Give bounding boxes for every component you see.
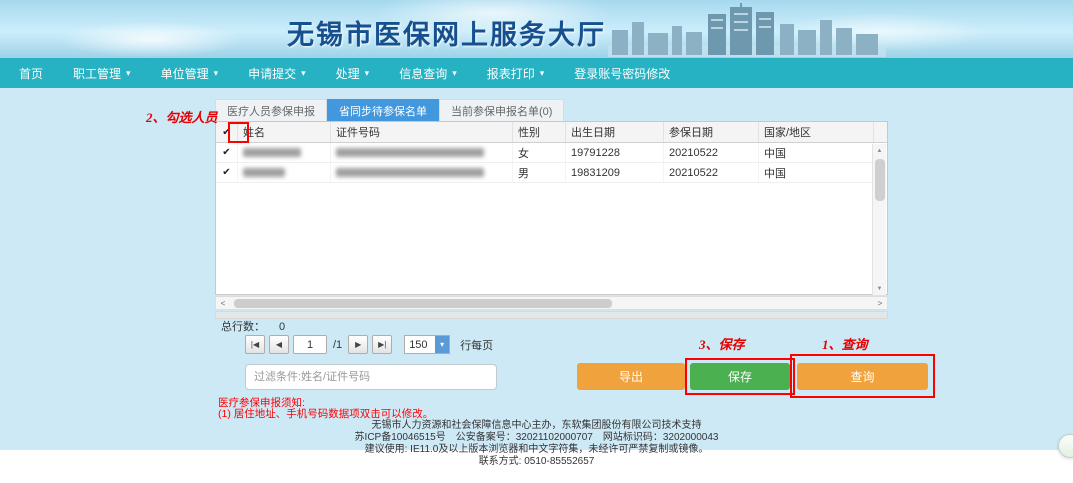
chevron-down-icon: ▾: [540, 69, 545, 78]
annotation-step2-select: 2、勾选人员: [146, 107, 218, 126]
grid-footer-bar: [215, 311, 888, 319]
cell-gender: 女: [513, 143, 566, 162]
redacted-id-number: [336, 168, 484, 177]
cell-birth-date: 19791228: [566, 143, 664, 162]
col-id-number: 证件号码: [331, 122, 513, 142]
banner: 无锡市医保网上服务大厅: [0, 0, 1073, 58]
select-all-checkbox[interactable]: ✔: [216, 122, 238, 142]
main-nav: 首页 职工管理 ▾ 单位管理 ▾ 申请提交 ▾ 处理 ▾ 信息查询 ▾ 报表打印…: [0, 58, 1073, 88]
site-title: 无锡市医保网上服务大厅: [287, 13, 606, 52]
nav-label: 职工管理: [73, 65, 121, 82]
chevron-down-icon: ▾: [435, 336, 449, 353]
horizontal-scroll-thumb[interactable]: [234, 299, 612, 308]
redacted-name: [243, 148, 301, 157]
prev-page-button[interactable]: ◀: [269, 335, 289, 354]
table-row[interactable]: ✔ 女 19791228 20210522 中国: [216, 143, 887, 163]
table-header-row: ✔ 姓名 证件号码 性别 出生日期 参保日期 国家/地区: [216, 122, 887, 143]
page-footer: 无锡市人力资源和社会保障信息中心主办，东软集团股份有限公司技术支持 苏ICP备1…: [0, 420, 1073, 468]
nav-label: 信息查询: [399, 65, 447, 82]
nav-unit-management[interactable]: 单位管理 ▾: [146, 58, 234, 88]
cell-gender: 男: [513, 163, 566, 182]
page-number-input[interactable]: [293, 335, 327, 354]
redacted-name: [243, 168, 285, 177]
nav-account-password-change[interactable]: 登录账号密码修改: [559, 58, 685, 88]
vertical-scroll-thumb[interactable]: [875, 159, 885, 201]
scroll-down-icon[interactable]: ▼: [873, 282, 886, 295]
nav-info-query[interactable]: 信息查询 ▾: [384, 58, 472, 88]
page-size-value: 150: [405, 339, 435, 351]
first-page-button[interactable]: |◀: [245, 335, 265, 354]
nav-label: 首页: [19, 65, 43, 82]
cell-enroll-date: 20210522: [664, 163, 759, 182]
tab-bar: 医疗人员参保申报 省同步待参保名单 当前参保申报名单(0): [215, 99, 564, 121]
insured-persons-table: ✔ 姓名 证件号码 性别 出生日期 参保日期 国家/地区 ✔ 女 1979122…: [215, 121, 888, 295]
row-checkbox[interactable]: ✔: [216, 163, 238, 182]
table-horizontal-scrollbar[interactable]: < >: [215, 296, 888, 310]
footer-line-contact: 联系方式: 0510-85552657: [0, 456, 1073, 468]
notice-item: (1) 居住地址、手机号码数据项双击可以修改。: [218, 409, 433, 420]
tab-province-sync-pending[interactable]: 省同步待参保名单: [327, 99, 439, 121]
tab-current-declare-list[interactable]: 当前参保申报名单(0): [439, 99, 564, 121]
chevron-down-icon: ▾: [126, 69, 131, 78]
col-country: 国家/地区: [759, 122, 874, 142]
city-skyline-image: [608, 3, 886, 57]
footer-line-browser: 建议使用: IE11.0及以上版本浏览器和中文字符集，未经许可严禁复制或镜像。: [0, 444, 1073, 456]
nav-label: 申请提交: [248, 65, 296, 82]
chevron-down-icon: ▾: [301, 69, 306, 78]
total-rows-label: 总行数：: [221, 321, 265, 333]
scroll-up-icon[interactable]: ▲: [873, 144, 886, 157]
export-button[interactable]: 导出: [577, 363, 685, 390]
save-button[interactable]: 保存: [690, 363, 790, 390]
annotation-step3-save: 3、保存: [699, 334, 745, 353]
chevron-down-icon: ▾: [365, 69, 370, 78]
table-vertical-scrollbar[interactable]: ▲ ▼: [872, 144, 886, 295]
nav-label: 报表打印: [487, 65, 535, 82]
table-row[interactable]: ✔ 男 19831209 20210522 中国: [216, 163, 887, 183]
nav-home[interactable]: 首页: [4, 58, 58, 88]
nav-label: 处理: [336, 65, 360, 82]
nav-application-submit[interactable]: 申请提交 ▾: [233, 58, 321, 88]
col-enroll-date: 参保日期: [664, 122, 759, 142]
declaration-notice: 医疗参保申报须知: (1) 居住地址、手机号码数据项双击可以修改。: [218, 398, 433, 420]
page-size-select[interactable]: 150 ▾: [404, 335, 450, 354]
redacted-id-number: [336, 148, 484, 157]
nav-report-print[interactable]: 报表打印 ▾: [472, 58, 560, 88]
cell-country: 中国: [759, 143, 874, 162]
col-birth-date: 出生日期: [566, 122, 664, 142]
nav-employee-management[interactable]: 职工管理 ▾: [58, 58, 146, 88]
chevron-down-icon: ▾: [214, 69, 219, 78]
col-gender: 性别: [513, 122, 566, 142]
page-total-label: /1: [333, 339, 342, 351]
row-checkbox[interactable]: ✔: [216, 143, 238, 162]
chevron-down-icon: ▾: [452, 69, 457, 78]
table-body: ✔ 女 19791228 20210522 中国 ✔ 男 19831209 20…: [216, 143, 887, 294]
scroll-left-icon[interactable]: <: [216, 297, 230, 309]
next-page-button[interactable]: ▶: [348, 335, 368, 354]
query-button[interactable]: 查询: [797, 363, 928, 390]
app-window: 无锡市医保网上服务大厅: [0, 0, 1073, 483]
nav-label: 单位管理: [161, 65, 209, 82]
footer-line-host: 无锡市人力资源和社会保障信息中心主办，东软集团股份有限公司技术支持: [0, 420, 1073, 432]
last-page-button[interactable]: ▶|: [372, 335, 392, 354]
filter-input[interactable]: [245, 364, 497, 390]
total-rows: 总行数： 0: [221, 318, 285, 334]
annotation-step1-query: 1、查询: [822, 334, 868, 353]
cell-enroll-date: 20210522: [664, 143, 759, 162]
cell-birth-date: 19831209: [566, 163, 664, 182]
tab-medical-personnel-declare[interactable]: 医疗人员参保申报: [215, 99, 327, 121]
nav-processing[interactable]: 处理 ▾: [321, 58, 385, 88]
per-page-label: 行每页: [460, 337, 493, 353]
cell-country: 中国: [759, 163, 874, 182]
pagination: |◀ ◀ /1 ▶ ▶| 150 ▾ 行每页: [245, 335, 493, 354]
horizontal-scroll-track[interactable]: [230, 297, 873, 309]
col-name: 姓名: [238, 122, 331, 142]
nav-label: 登录账号密码修改: [574, 65, 670, 82]
footer-line-icp: 苏ICP备10046515号 公安备案号：32021102000707 网站标识…: [0, 432, 1073, 444]
vertical-scroll-track[interactable]: [873, 157, 886, 282]
total-rows-value: 0: [279, 321, 285, 333]
scroll-right-icon[interactable]: >: [873, 297, 887, 309]
